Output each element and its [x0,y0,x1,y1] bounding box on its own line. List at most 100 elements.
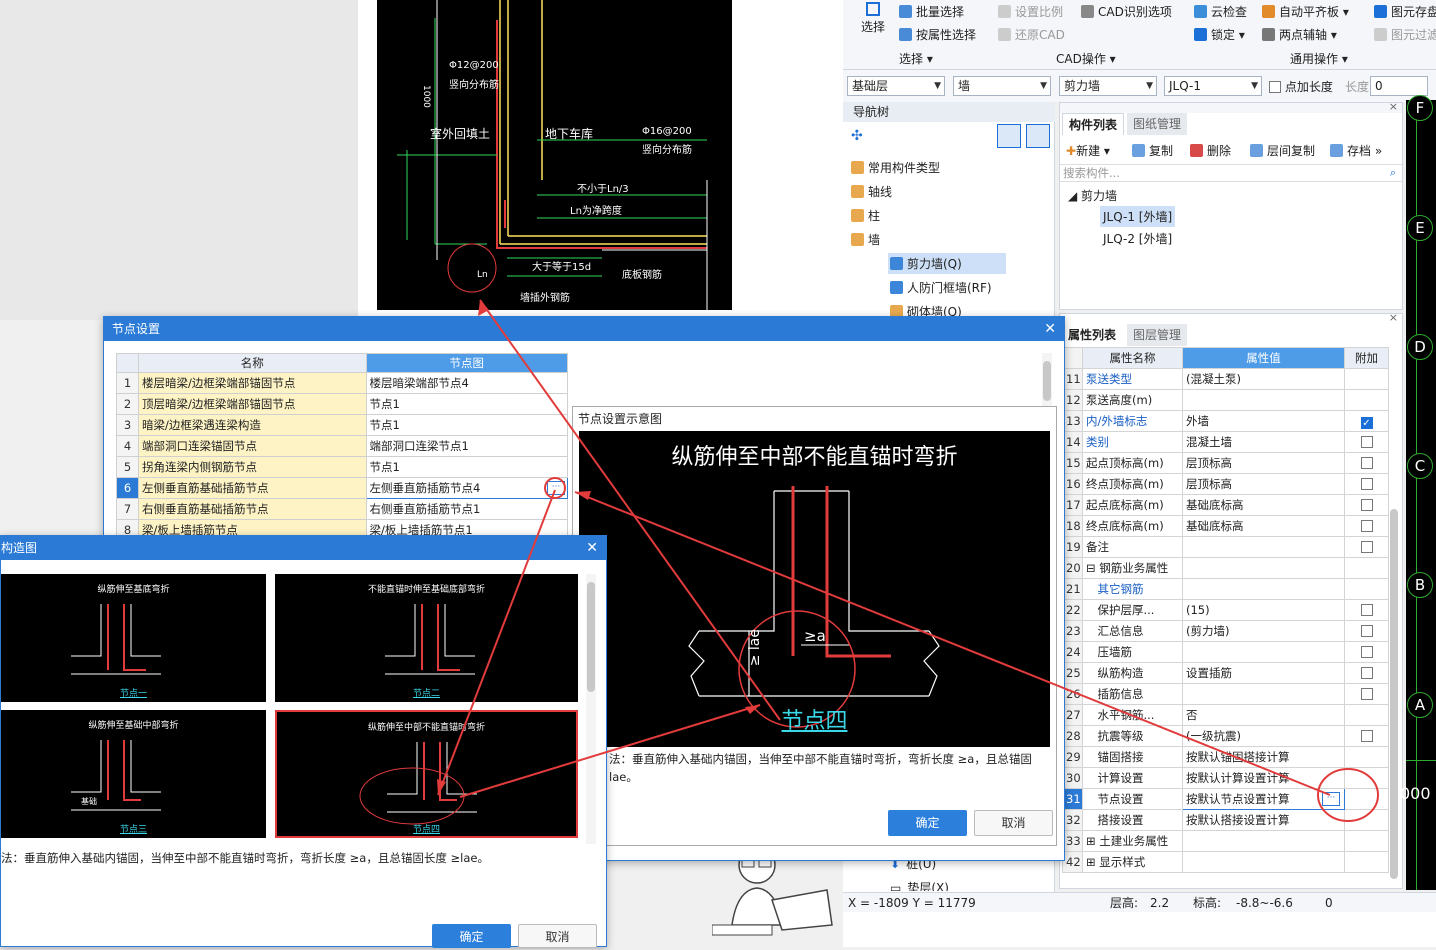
property-row[interactable]: 29 锚固搭接 按默认锚固搭接计算 [1062,746,1389,768]
checkbox[interactable] [1360,520,1373,532]
two-point-axis-button[interactable]: 两点辅轴 ▾ [1262,26,1337,43]
checkbox[interactable] [1360,436,1373,448]
node-value[interactable]: 节点1 [365,456,569,478]
tab-properties[interactable]: 属性列表 [1062,324,1123,346]
node-thumb-4-selected[interactable]: 纵筋伸至中部不能直锚时弯折 节点四 [275,710,578,838]
property-value[interactable] [1182,641,1345,663]
floor-select[interactable]: 基础层 ▼ [847,76,945,96]
type-select[interactable]: 墙 ▼ [953,76,1051,96]
node-value[interactable]: 节点1 [365,393,569,415]
property-row[interactable]: 26 插筋信息 [1062,683,1389,705]
checkbox[interactable] [1360,730,1373,742]
property-value[interactable]: 基础底标高 [1182,515,1345,537]
nav-item-masonry-wall[interactable]: 砌体墙(Q) [890,303,962,317]
floor-copy-button[interactable]: 层间复制 [1250,142,1315,159]
property-value[interactable]: 按默认计算设置计算 [1182,767,1345,789]
set-scale-button[interactable]: 设置比例 [998,3,1063,20]
property-row[interactable]: 20 ⊟ 钢筋业务属性 [1062,557,1389,579]
property-row[interactable]: 16 终点顶标高(m) 层顶标高 [1062,473,1389,495]
property-row[interactable]: 19 备注 [1062,536,1389,558]
nav-item-common[interactable]: 常用构件类型 [851,159,940,176]
nav-item-axis[interactable]: 轴线 [851,183,892,200]
property-value[interactable]: 按默认节点设置计算 ··· [1182,788,1345,810]
nav-item-shear-wall[interactable]: 剪力墙(Q) [888,253,1006,274]
property-row[interactable]: 17 起点底标高(m) 基础底标高 [1062,494,1389,516]
property-value[interactable]: 按默认搭接设置计算 [1182,809,1345,831]
cancel-button[interactable]: 取消 [518,924,597,948]
checkbox[interactable] [1360,478,1373,490]
checkbox[interactable] [1360,604,1373,616]
close-icon[interactable]: × [1389,311,1398,324]
property-row[interactable]: 13 内/外墙标志 外墙 ✓ [1062,410,1389,432]
archive-button[interactable]: 存档 » [1330,142,1382,159]
property-row[interactable]: 27 水平钢筋... 否 [1062,704,1389,726]
property-row[interactable]: 24 压墙筋 [1062,641,1389,663]
table-row[interactable]: 4 端部洞口连梁锚固节点 端部洞口连梁节点1 [115,435,569,457]
lock-button[interactable]: 锁定 ▾ [1194,26,1245,43]
ellipsis-button[interactable]: ··· [1322,792,1340,806]
property-value[interactable] [1182,578,1345,600]
property-row[interactable]: 11 泵送类型 (混凝土泵) [1062,368,1389,390]
ok-button[interactable]: 确定 [888,810,967,836]
node-value[interactable]: 端部洞口连梁节点1 [365,435,569,457]
ok-button[interactable]: 确定 [432,924,511,948]
property-value[interactable]: 混凝土墙 [1182,431,1345,453]
property-row[interactable]: 32 搭接设置 按默认搭接设置计算 [1062,809,1389,831]
cad-identify-button[interactable]: CAD识别选项 [1081,3,1172,20]
checkbox[interactable]: ✓ [1360,417,1373,429]
property-row[interactable]: 15 起点顶标高(m) 层顶标高 [1062,452,1389,474]
select-button[interactable]: 选择 [859,2,887,35]
nav-item-column[interactable]: 柱 [851,207,880,224]
property-row[interactable]: 42 ⊞ 显示样式 [1062,851,1389,873]
tab-drawing-manager[interactable]: 图纸管理 [1127,113,1188,135]
property-value[interactable]: 层顶标高 [1182,452,1345,474]
auto-level-button[interactable]: 自动平齐板 ▾ [1262,3,1349,20]
ellipsis-button[interactable]: ··· [547,481,565,495]
checkbox[interactable] [1360,499,1373,511]
node-value[interactable]: 左侧垂直筋插筋节点4 ··· [365,477,569,499]
batch-select-button[interactable]: 批量选择 [899,3,964,20]
property-value[interactable]: 基础底标高 [1182,494,1345,516]
property-value[interactable]: 按默认锚固搭接计算 [1182,746,1345,768]
scrollbar[interactable] [1390,509,1398,879]
nav-item-civil-defense-wall[interactable]: 人防门框墙(RF) [890,279,992,296]
table-row[interactable]: 1 楼层暗梁/边框梁端部锚固节点 楼层暗梁端部节点4 [115,372,569,394]
nav-item-wall[interactable]: 墙 [851,231,880,248]
property-value[interactable]: 层顶标高 [1182,473,1345,495]
scrollbar[interactable] [586,574,596,844]
table-row[interactable]: 3 暗梁/边框梁遇连梁构造 节点1 [115,414,569,436]
property-value[interactable]: 设置插筋 [1182,662,1345,684]
property-value[interactable] [1182,389,1345,411]
search-icon[interactable]: ⌕ [1390,166,1396,180]
property-value[interactable]: (混凝土泵) [1182,368,1345,390]
close-icon[interactable]: × [1389,100,1398,113]
property-row[interactable]: 18 终点底标高(m) 基础底标高 [1062,515,1389,537]
cloud-check-button[interactable]: 云检查 [1194,3,1247,20]
property-row[interactable]: 25 纵筋构造 设置插筋 [1062,662,1389,684]
property-row[interactable]: 30 计算设置 按默认计算设置计算 [1062,767,1389,789]
property-row[interactable]: 14 类别 混凝土墙 [1062,431,1389,453]
delete-button[interactable]: 删除 [1190,142,1231,159]
new-button[interactable]: ✚新建 ▾ [1066,142,1110,159]
pin-icon[interactable]: ✣ [851,128,863,144]
length-input[interactable]: 0 [1370,76,1428,96]
checkbox[interactable] [1360,688,1373,700]
property-value[interactable] [1182,851,1345,873]
copy-button[interactable]: 复制 [1132,142,1173,159]
element-select[interactable]: JLQ-1 ▼ [1164,76,1262,96]
table-row[interactable]: 5 拐角连梁内侧钢筋节点 节点1 [115,456,569,478]
property-value[interactable]: (15) [1182,599,1345,621]
property-value[interactable]: (一级抗震) [1182,725,1345,747]
component-item-jlq1[interactable]: JLQ-1 [外墙] [1100,206,1176,227]
close-icon[interactable]: ✕ [586,536,598,560]
node-value[interactable]: 节点1 [365,414,569,436]
attr-select-button[interactable]: 按属性选择 [899,26,976,43]
nav-item-cushion[interactable]: ▭ 垫层(X) [890,879,949,891]
property-value[interactable] [1182,830,1345,852]
elem-save-button[interactable]: 图元存盘 [1374,3,1436,20]
property-row[interactable]: 31 节点设置 按默认节点设置计算 ··· [1062,788,1389,810]
component-group[interactable]: ◢ 剪力墙 [1068,187,1117,204]
elem-filter-button[interactable]: 图元过滤 [1374,26,1436,43]
checkbox[interactable] [1360,541,1373,553]
add-length-checkbox[interactable]: 点加长度 [1269,78,1333,95]
